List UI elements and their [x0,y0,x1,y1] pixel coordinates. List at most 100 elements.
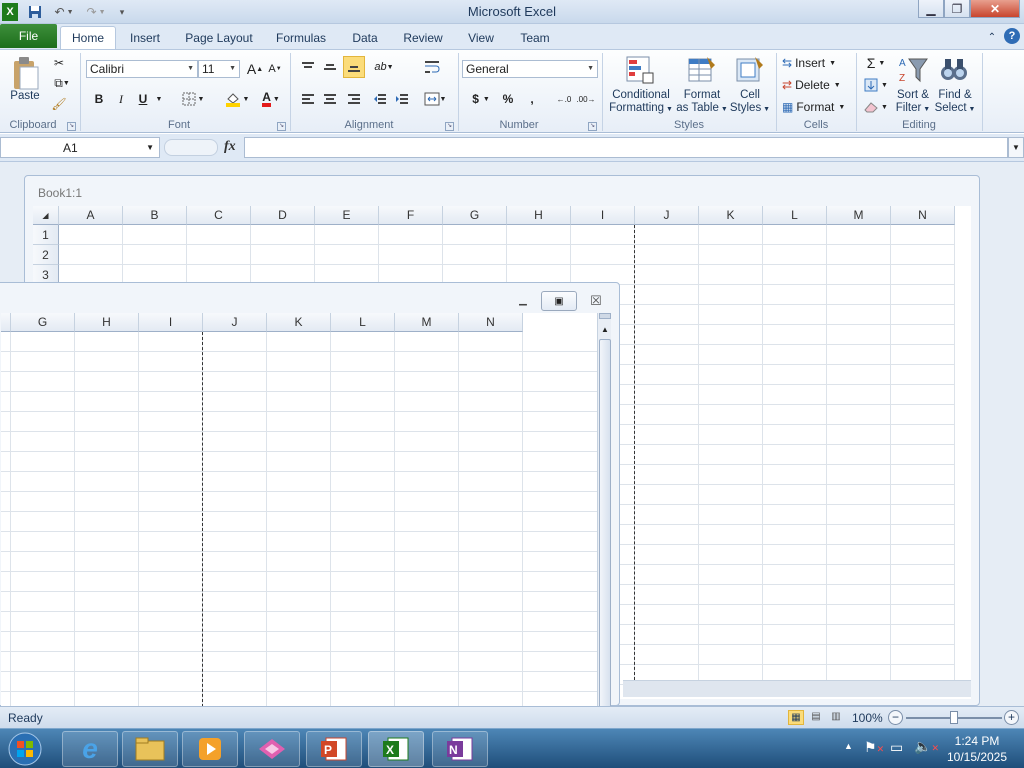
powerpoint-icon[interactable]: P [306,731,362,767]
grow-font-icon[interactable]: A ▲ [246,60,264,78]
select-all-corner[interactable]: ◢ [33,206,59,225]
tab-team[interactable]: Team [512,26,558,49]
shrink-font-icon[interactable]: A ▼ [266,60,284,78]
column-header[interactable]: K [267,313,331,332]
find-select-icon[interactable] [938,54,970,86]
page-break-view-icon[interactable]: ▥ [828,710,844,725]
column-header[interactable]: I [139,313,203,332]
page-layout-view-icon[interactable]: ▤ [808,710,824,725]
row-header[interactable]: 2 [33,245,59,265]
decrease-decimal-icon[interactable]: .00→ [576,90,596,108]
column-header[interactable]: H [75,313,139,332]
align-middle-icon[interactable] [320,58,340,76]
start-button[interactable] [4,731,46,767]
formula-input[interactable] [244,137,1008,158]
sort-filter-icon[interactable]: AZ [896,54,930,86]
minimize-button[interactable]: ▁ [918,0,944,18]
zoom-level[interactable]: 100% [852,711,883,725]
file-explorer-icon[interactable] [122,731,178,767]
bold-button[interactable]: B [90,90,108,108]
tab-file[interactable]: File [0,24,57,48]
percent-button[interactable]: % [498,90,518,108]
minimize-ribbon-icon[interactable]: ⌃ [984,26,1000,49]
tab-home[interactable]: Home [60,26,116,49]
column-header[interactable]: B [123,206,187,225]
column-header[interactable]: J [635,206,699,225]
clear-icon[interactable]: ▼ [862,98,890,116]
media-player-icon[interactable] [182,731,238,767]
clock[interactable]: 1:24 PM 10/15/2025 [938,733,1016,765]
normal-view-icon[interactable]: ▦ [788,710,804,725]
column-header[interactable]: F [379,206,443,225]
clipboard-launcher-icon[interactable]: ↘ [67,122,76,131]
cell-styles-icon[interactable] [734,54,766,86]
network-icon[interactable]: ▭ [890,739,903,756]
action-center-icon[interactable]: ⚑✕ [864,739,884,756]
scroll-up-icon[interactable]: ▲ [598,323,612,337]
column-header[interactable]: G [11,313,75,332]
format-as-table-icon[interactable] [686,54,718,86]
column-header[interactable]: L [763,206,827,225]
borders-icon[interactable]: ▼ [178,90,208,108]
volume-icon[interactable]: 🔈✕ [914,738,939,755]
minimize-window-button[interactable]: ▁ [515,295,531,309]
column-header[interactable]: N [891,206,955,225]
restore-button[interactable]: ❐ [944,0,970,18]
format-as-table-button[interactable]: Format as Table ▼ [676,89,728,116]
align-left-icon[interactable] [298,90,318,108]
cell-styles-button[interactable]: Cell Styles ▼ [728,89,772,116]
tab-review[interactable]: Review [396,26,450,49]
worksheet-grid[interactable]: FGHIJKLMN [1,313,597,707]
row-header[interactable]: 1 [33,225,59,245]
column-header[interactable]: H [507,206,571,225]
paste-button[interactable]: Paste [6,90,44,103]
onenote-icon[interactable]: N [432,731,488,767]
show-hidden-icons-icon[interactable]: ▲ [844,741,853,751]
delete-cells-button[interactable]: ⇄ Delete ▼ [782,76,852,94]
close-button[interactable]: ✕ [970,0,1020,18]
column-header[interactable]: N [459,313,523,332]
column-header[interactable]: A [59,206,123,225]
format-painter-icon[interactable]: 🖌 [48,95,70,113]
conditional-formatting-icon[interactable] [624,54,656,86]
zoom-out-icon[interactable]: − [888,710,903,725]
italic-button[interactable]: I [112,90,130,108]
font-size-dropdown[interactable]: 11 ▼ [198,60,240,78]
vertical-scrollbar[interactable]: ▲ [597,313,612,709]
column-header[interactable]: C [187,206,251,225]
sort-filter-button[interactable]: Sort & Filter ▼ [892,89,934,116]
font-color-icon[interactable]: A ▼ [256,90,286,108]
expand-formula-bar-icon[interactable]: ▼ [1008,137,1024,158]
align-top-icon[interactable] [298,58,318,76]
split-box[interactable] [599,313,611,319]
cut-icon[interactable]: ✂ [48,54,70,72]
column-header[interactable]: I [571,206,635,225]
align-bottom-icon[interactable] [343,56,365,78]
internet-explorer-icon[interactable]: e [62,731,118,767]
column-header[interactable]: L [331,313,395,332]
column-header[interactable]: G [443,206,507,225]
format-cells-button[interactable]: ▦ Format ▼ [782,98,852,116]
scroll-thumb[interactable] [599,339,611,709]
tab-data[interactable]: Data [344,26,386,49]
merge-center-icon[interactable]: ▼ [420,90,450,108]
formula-bar-expander[interactable] [164,139,218,156]
insert-function-icon[interactable]: fx [224,139,236,155]
fill-color-icon[interactable]: ▼ [222,90,252,108]
close-window-button[interactable]: ☒ [585,291,607,311]
orientation-icon[interactable]: ab ▼ [370,58,398,76]
column-header[interactable]: M [827,206,891,225]
tab-formulas[interactable]: Formulas [268,26,334,49]
wrap-text-icon[interactable] [420,58,444,76]
paste-icon[interactable] [8,54,42,92]
currency-button[interactable]: $ ▼ [466,90,496,108]
underline-button[interactable]: U [134,90,152,108]
column-header[interactable]: K [699,206,763,225]
copy-icon[interactable]: ⧉ ▼ [48,74,76,92]
workbook-window-book2[interactable]: ▁ ▣ ☒ FGHIJKLMN ▲ [0,282,620,709]
name-box[interactable]: A1 ▼ [0,137,160,158]
align-right-icon[interactable] [344,90,364,108]
column-header[interactable]: E [315,206,379,225]
alignment-launcher-icon[interactable]: ↘ [445,122,454,131]
tab-page-layout[interactable]: Page Layout [180,26,258,49]
